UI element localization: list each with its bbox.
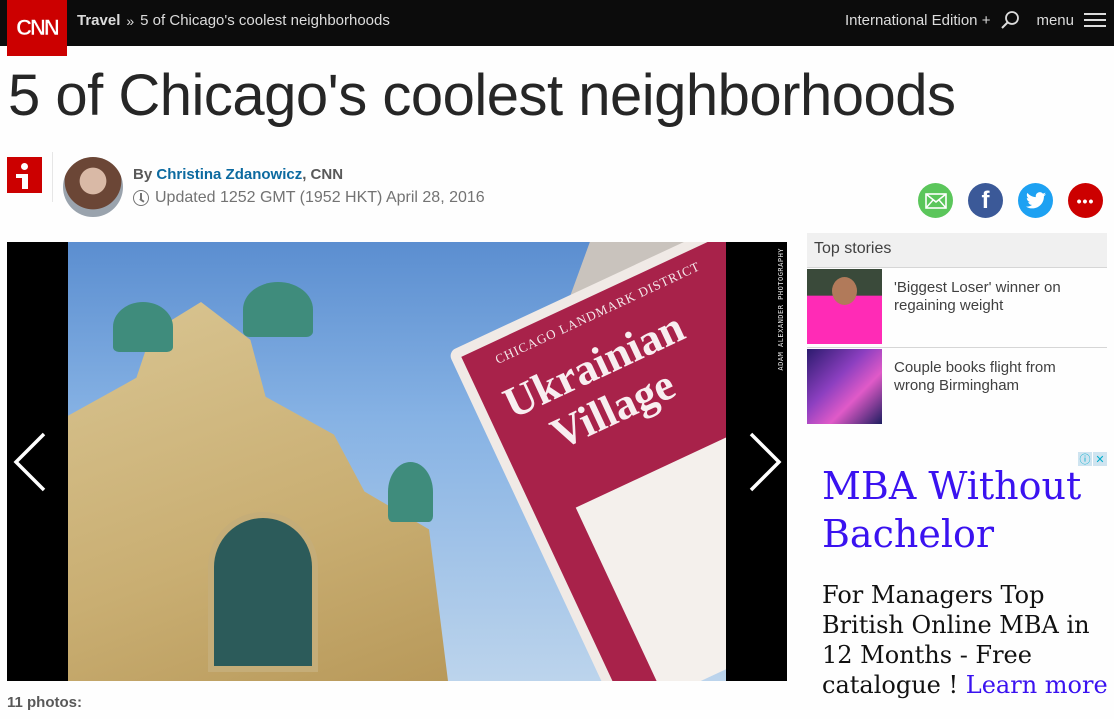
ad-body: For Managers Top British Online MBA in 1…: [822, 580, 1112, 700]
updated-timestamp: Updated 1252 GMT (1952 HKT) April 28, 20…: [133, 189, 485, 207]
share-buttons: f •••: [918, 183, 1103, 218]
updated-text: Updated 1252 GMT (1952 HKT) April 28, 20…: [155, 189, 485, 206]
ad-title[interactable]: MBA Without Bachelor: [822, 462, 1110, 558]
byline-divider: [52, 152, 53, 202]
author-link[interactable]: Christina Zdanowicz: [156, 166, 302, 183]
hamburger-menu-icon[interactable]: [1084, 11, 1106, 29]
cnn-logo[interactable]: CNN: [7, 0, 67, 56]
more-dots-icon: •••: [1076, 192, 1095, 209]
gallery-prev-button[interactable]: [10, 427, 50, 497]
logo-text: CNN: [16, 15, 60, 41]
advertisement[interactable]: ⓘ ✕ MBA Without Bachelor For Managers To…: [810, 450, 1110, 719]
clock-icon: [133, 190, 149, 206]
sign-name-text: Ukrainian Village: [496, 302, 712, 472]
ad-learn-more-link[interactable]: Learn more: [966, 671, 1108, 699]
byline-suffix: , CNN: [302, 166, 344, 183]
share-twitter-button[interactable]: [1018, 183, 1053, 218]
gallery-photo[interactable]: CHICAGO LANDMARK DISTRICT Ukrainian Vill…: [68, 242, 726, 681]
breadcrumb-separator: »: [126, 12, 135, 29]
search-icon[interactable]: [1000, 10, 1020, 30]
edition-selector[interactable]: International Edition +: [845, 12, 991, 29]
nav-right: International Edition + menu: [845, 10, 1106, 30]
byline: By Christina Zdanowicz, CNN: [133, 166, 343, 183]
twitter-bird-icon: [1025, 192, 1046, 209]
photo-credit: ADAM ALEXANDER PHOTOGRAPHY: [777, 248, 785, 371]
share-email-button[interactable]: [918, 183, 953, 218]
top-nav: CNN Travel » 5 of Chicago's coolest neig…: [0, 0, 1114, 56]
top-stories-header: Top stories: [807, 233, 1107, 268]
photo-dome: [113, 302, 173, 352]
photo-window: [208, 512, 318, 672]
breadcrumb-section[interactable]: Travel: [77, 12, 120, 29]
photo-gallery: CHICAGO LANDMARK DISTRICT Ukrainian Vill…: [7, 242, 787, 681]
photo-dome: [388, 462, 433, 522]
author-avatar[interactable]: [63, 157, 123, 217]
breadcrumb: Travel » 5 of Chicago's coolest neighbor…: [77, 12, 390, 29]
chevron-left-icon: [13, 432, 46, 492]
facebook-icon: f: [981, 186, 990, 214]
envelope-icon: [924, 192, 947, 209]
menu-label[interactable]: menu: [1036, 12, 1074, 29]
share-facebook-button[interactable]: f: [968, 183, 1003, 218]
photo-dome: [243, 282, 313, 337]
story-title[interactable]: 'Biggest Loser' winner on regaining weig…: [882, 269, 1107, 347]
info-icon[interactable]: [7, 157, 42, 193]
top-stories: Top stories 'Biggest Loser' winner on re…: [807, 233, 1107, 428]
photo-sign: CHICAGO LANDMARK DISTRICT Ukrainian Vill…: [448, 242, 726, 681]
gallery-next-button[interactable]: [745, 427, 785, 497]
breadcrumb-current: 5 of Chicago's coolest neighborhoods: [140, 12, 390, 29]
top-story-item[interactable]: Couple books flight from wrong Birmingha…: [807, 348, 1107, 428]
photo-count: 11 photos:: [7, 694, 83, 711]
info-icon-stem: [22, 174, 28, 189]
share-more-button[interactable]: •••: [1068, 183, 1103, 218]
byline-prefix: By: [133, 166, 153, 183]
story-thumbnail[interactable]: [807, 269, 882, 344]
info-icon-dot: [21, 163, 28, 170]
article-headline: 5 of Chicago's coolest neighborhoods: [8, 63, 956, 128]
story-title[interactable]: Couple books flight from wrong Birmingha…: [882, 349, 1107, 428]
chevron-right-icon: [749, 432, 782, 492]
top-story-item[interactable]: 'Biggest Loser' winner on regaining weig…: [807, 268, 1107, 348]
story-thumbnail[interactable]: [807, 349, 882, 424]
